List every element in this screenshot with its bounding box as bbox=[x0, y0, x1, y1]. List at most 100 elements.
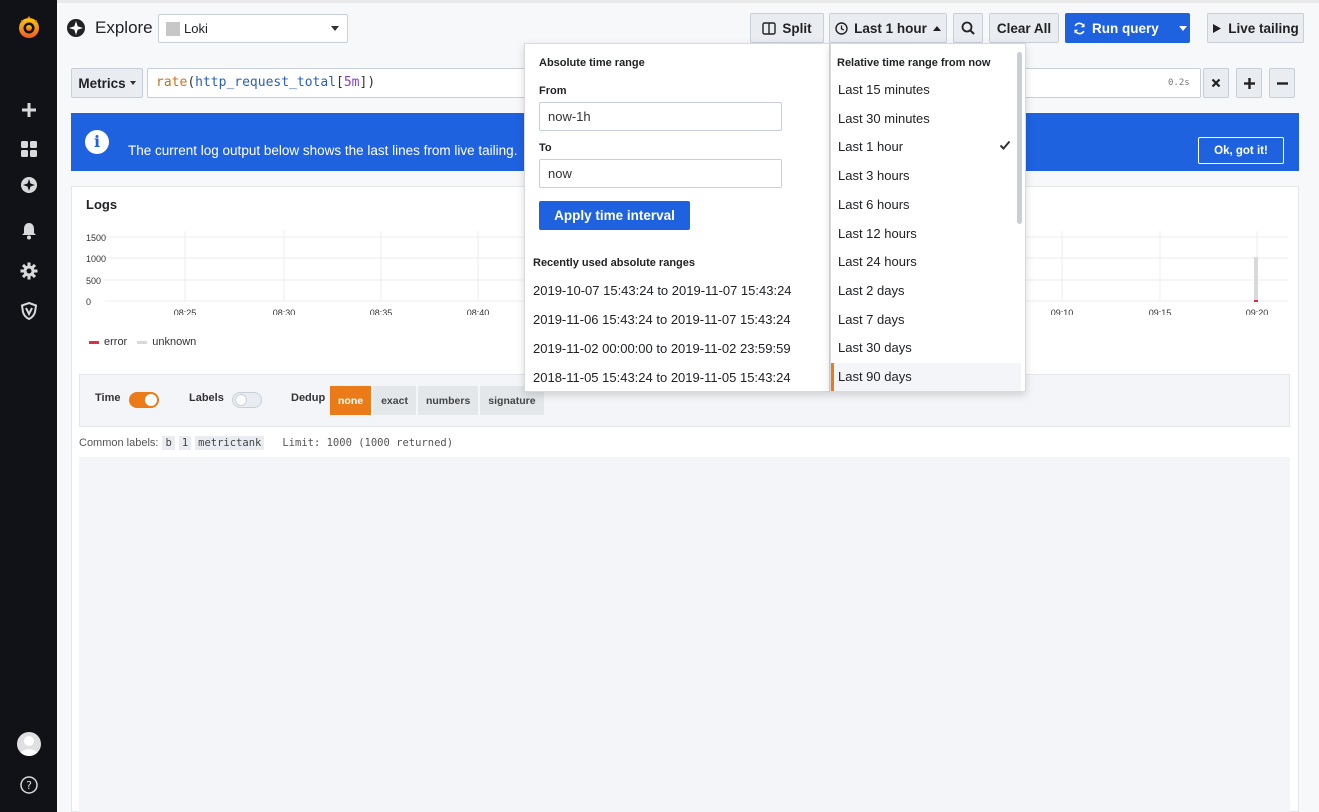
add-query-button[interactable] bbox=[1236, 68, 1262, 98]
datasource-picker[interactable]: Loki bbox=[158, 14, 348, 43]
legend-swatch bbox=[89, 340, 99, 344]
run-query-label: Run query bbox=[1092, 20, 1159, 36]
sidebar: ? bbox=[0, 0, 57, 812]
relative-range-option[interactable]: Last 6 hours bbox=[831, 191, 1021, 219]
common-label-chip: metrictank bbox=[195, 436, 265, 450]
explore-nav-icon[interactable] bbox=[0, 168, 57, 202]
grafana-logo-icon[interactable] bbox=[0, 10, 57, 44]
user-avatar[interactable] bbox=[17, 732, 41, 756]
x-tick-label: 08:35 bbox=[370, 308, 393, 315]
relative-range-option[interactable]: Last 7 days bbox=[831, 306, 1021, 334]
relative-range-option[interactable]: Last 3 hours bbox=[831, 162, 1021, 190]
recent-ranges-heading: Recently used absolute ranges bbox=[533, 257, 695, 269]
metrics-dropdown[interactable]: Metrics bbox=[71, 68, 143, 98]
zoom-out-button[interactable] bbox=[953, 13, 983, 43]
y-tick-label: 500 bbox=[86, 276, 101, 286]
refresh-icon bbox=[1074, 22, 1085, 34]
dedup-options: none exact numbers signature bbox=[330, 386, 544, 415]
time-range-label: Last 1 hour bbox=[854, 20, 927, 36]
y-tick-label: 1000 bbox=[86, 254, 106, 264]
minus-icon bbox=[1276, 81, 1288, 85]
run-query-button[interactable]: Run query bbox=[1065, 13, 1190, 43]
relative-range-label: Last 1 hour bbox=[838, 139, 904, 155]
ok-got-it-button[interactable]: Ok, got it! bbox=[1198, 137, 1284, 164]
legend-item[interactable]: error bbox=[89, 336, 127, 348]
split-label: Split bbox=[782, 20, 812, 36]
clear-all-button[interactable]: Clear All bbox=[989, 13, 1059, 43]
datasource-logo bbox=[166, 22, 180, 36]
legend-label: error bbox=[104, 336, 128, 348]
dedup-numbers-button[interactable]: numbers bbox=[417, 386, 479, 415]
legend-item[interactable]: unknown bbox=[137, 336, 196, 348]
datasource-name: Loki bbox=[184, 21, 208, 36]
query-function: rate bbox=[156, 75, 188, 90]
relative-time-range-panel: Relative time range from now Last 15 min… bbox=[830, 43, 1026, 392]
recent-range-item[interactable]: 2018-11-05 15:43:24 to 2019-11-05 15:43:… bbox=[533, 370, 791, 385]
unknown-bar bbox=[1254, 257, 1258, 300]
alerting-bell-icon[interactable] bbox=[0, 214, 57, 248]
relative-range-label: Last 12 hours bbox=[838, 225, 917, 241]
relative-range-option[interactable]: Last 90 days bbox=[831, 363, 1021, 391]
relative-range-label: Last 7 days bbox=[838, 311, 905, 327]
relative-range-label: Last 2 days bbox=[838, 282, 905, 298]
relative-range-option[interactable]: Last 15 minutes bbox=[831, 76, 1021, 104]
recent-range-item[interactable]: 2019-11-02 00:00:00 to 2019-11-02 23:59:… bbox=[533, 341, 791, 356]
relative-range-option[interactable]: Last 30 minutes bbox=[831, 105, 1021, 133]
live-tailing-label: Live tailing bbox=[1228, 20, 1299, 36]
dedup-none-button[interactable]: none bbox=[330, 386, 372, 415]
time-toggle[interactable] bbox=[129, 392, 159, 408]
x-tick-label: 09:20 bbox=[1246, 308, 1269, 315]
relative-range-option[interactable]: Last 1 hour bbox=[831, 133, 1021, 161]
query-metric: http_request_total bbox=[195, 75, 337, 90]
recent-range-item[interactable]: 2019-10-07 15:43:24 to 2019-11-07 15:43:… bbox=[533, 283, 792, 298]
x-tick-label: 08:30 bbox=[273, 308, 296, 315]
labels-toggle-label: Labels bbox=[189, 392, 224, 404]
relative-range-heading: Relative time range from now bbox=[837, 57, 991, 69]
dashboards-icon[interactable] bbox=[0, 132, 57, 166]
to-label: To bbox=[539, 142, 552, 154]
chevron-down-icon bbox=[129, 81, 136, 85]
absolute-time-range-panel: Absolute time range From now-1h To now A… bbox=[524, 43, 830, 392]
query-range: 5m bbox=[343, 75, 360, 90]
relative-range-option[interactable]: Last 2 days bbox=[831, 277, 1021, 305]
page-title: Explore bbox=[95, 18, 153, 37]
help-icon[interactable]: ? bbox=[0, 768, 57, 802]
labels-toggle[interactable] bbox=[232, 392, 262, 408]
recent-range-item[interactable]: 2019-11-06 15:43:24 to 2019-11-07 15:43:… bbox=[533, 312, 791, 327]
y-tick-label: 1500 bbox=[86, 233, 106, 243]
split-button[interactable]: Split bbox=[750, 13, 824, 43]
relative-range-label: Last 30 days bbox=[838, 340, 912, 356]
relative-range-option[interactable]: Last 24 hours bbox=[831, 248, 1021, 276]
relative-range-label: Last 24 hours bbox=[838, 254, 917, 270]
apply-time-interval-button[interactable]: Apply time interval bbox=[539, 201, 690, 230]
logs-title: Logs bbox=[86, 197, 118, 212]
live-tailing-button[interactable]: Live tailing bbox=[1207, 13, 1304, 43]
relative-range-option[interactable]: Last 12 hours bbox=[831, 220, 1021, 248]
common-label-chip: 1 bbox=[178, 436, 192, 450]
legend-swatch bbox=[137, 340, 148, 344]
relative-range-option[interactable]: Last 30 days bbox=[831, 334, 1021, 362]
from-input[interactable]: now-1h bbox=[539, 102, 782, 131]
banner-text: The current log output below shows the l… bbox=[128, 143, 518, 158]
explore-icon bbox=[66, 18, 86, 41]
dedup-exact-button[interactable]: exact bbox=[373, 386, 416, 415]
x-tick-label: 09:10 bbox=[1051, 308, 1074, 315]
scrollbar[interactable] bbox=[1017, 52, 1022, 224]
relative-range-label: Last 15 minutes bbox=[838, 82, 930, 97]
relative-range-label: Last 30 minutes bbox=[838, 110, 930, 126]
to-input[interactable]: now bbox=[539, 159, 782, 188]
limit-text: Limit: 1000 (1000 returned) bbox=[282, 437, 454, 449]
metrics-label: Metrics bbox=[78, 75, 126, 91]
configuration-gear-icon[interactable] bbox=[0, 254, 57, 288]
graph-legend: error unknown bbox=[89, 336, 196, 348]
remove-query-button[interactable] bbox=[1203, 68, 1229, 98]
run-query-dropdown-icon[interactable] bbox=[1178, 25, 1187, 31]
remove-row-button[interactable] bbox=[1269, 68, 1295, 98]
zoom-out-icon bbox=[961, 21, 975, 35]
split-icon bbox=[762, 21, 777, 35]
shield-icon[interactable] bbox=[0, 294, 57, 328]
close-icon bbox=[1211, 78, 1221, 88]
time-range-button[interactable]: Last 1 hour bbox=[829, 13, 947, 43]
add-icon[interactable] bbox=[0, 93, 57, 127]
common-labels-title: Common labels: bbox=[79, 437, 159, 449]
